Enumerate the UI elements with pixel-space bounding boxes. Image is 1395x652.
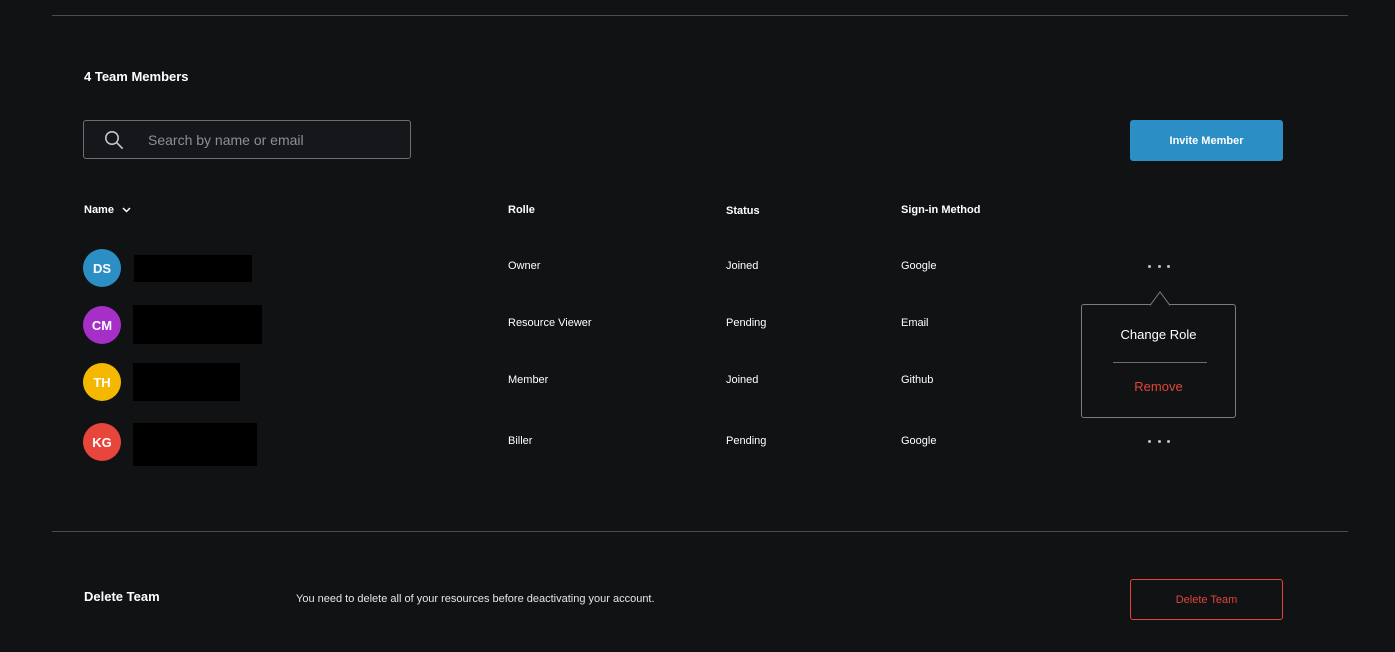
member-role: Owner (508, 260, 541, 272)
remove-menu-item[interactable]: Remove (1082, 379, 1235, 394)
column-header-role: Rolle (508, 204, 535, 216)
member-status: Joined (726, 374, 759, 386)
team-settings-page: 4 Team Members Invite Member Name Rolle … (0, 0, 1395, 652)
delete-team-heading: Delete Team (84, 589, 160, 604)
change-role-menu-item[interactable]: Change Role (1082, 327, 1235, 342)
menu-divider (1113, 362, 1207, 363)
avatar: TH (83, 363, 121, 401)
search-icon (105, 130, 124, 149)
column-header-signin: Sign-in Method (901, 204, 981, 216)
member-signin-method: Github (901, 374, 934, 386)
chevron-down-icon (122, 207, 131, 213)
member-signin-method: Google (901, 260, 937, 272)
avatar: DS (83, 249, 121, 287)
more-options-icon[interactable] (1148, 434, 1170, 448)
column-header-status: Status (726, 205, 760, 217)
search-input[interactable] (148, 131, 388, 148)
top-divider (52, 15, 1348, 16)
redacted-name (133, 423, 257, 466)
row-actions-menu: Change Role Remove (1081, 291, 1236, 418)
member-status: Pending (726, 435, 767, 447)
member-signin-method: Google (901, 435, 937, 447)
invite-member-button[interactable]: Invite Member (1130, 120, 1283, 161)
column-header-name[interactable]: Name (84, 204, 131, 216)
delete-team-description: You need to delete all of your resources… (296, 593, 655, 605)
delete-team-button[interactable]: Delete Team (1130, 579, 1283, 620)
avatar: CM (83, 306, 121, 344)
section-divider (52, 531, 1348, 532)
avatar: KG (83, 423, 121, 461)
more-options-icon[interactable] (1148, 259, 1170, 273)
member-role: Biller (508, 435, 533, 447)
redacted-name (134, 255, 252, 282)
member-role: Resource Viewer (508, 317, 592, 329)
column-header-name-label: Name (84, 204, 114, 216)
member-status: Pending (726, 317, 767, 329)
redacted-name (133, 363, 240, 401)
member-signin-method: Email (901, 317, 929, 329)
member-role: Member (508, 374, 549, 386)
search-box[interactable] (83, 120, 411, 159)
popover-arrow (1150, 291, 1170, 306)
members-count-heading: 4 Team Members (84, 69, 189, 84)
redacted-name (133, 305, 262, 344)
member-status: Joined (726, 260, 759, 272)
